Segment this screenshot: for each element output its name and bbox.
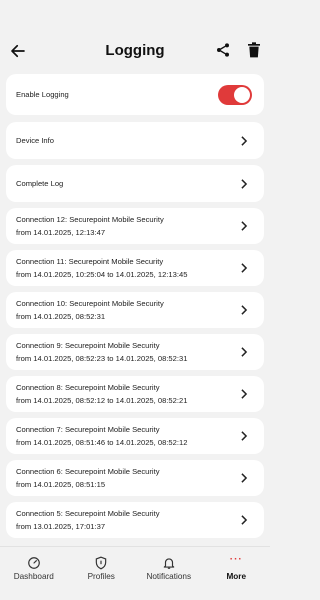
enable-logging-label: Enable Logging: [16, 90, 69, 99]
connection-row[interactable]: Connection 10: Securepoint Mobile Securi…: [6, 292, 264, 328]
connection-title: Connection 9: Securepoint Mobile Securit…: [16, 341, 160, 350]
app-header: Logging: [0, 0, 270, 70]
gauge-icon: [27, 557, 40, 569]
connection-range: from 14.01.2025, 08:52:31: [16, 312, 106, 321]
connection-text: Connection 6: Securepoint Mobile Securit…: [16, 465, 240, 491]
complete-log-label: Complete Log: [16, 179, 64, 188]
connection-range: from 14.01.2025, 08:51:46 to 14.01.2025,…: [16, 438, 188, 447]
enable-logging-row: Enable Logging: [6, 74, 264, 115]
connection-list: Connection 12: Securepoint Mobile Securi…: [6, 208, 264, 538]
connection-text: Connection 9: Securepoint Mobile Securit…: [16, 339, 240, 365]
connection-row[interactable]: Connection 12: Securepoint Mobile Securi…: [6, 208, 264, 244]
tab-label: Profiles: [87, 572, 115, 581]
connection-range: from 14.01.2025, 12:13:47: [16, 228, 106, 237]
chevron-right-icon: [241, 515, 248, 525]
tab-dashboard[interactable]: Dashboard: [0, 547, 68, 600]
chevron-right-icon: [241, 431, 248, 441]
chevron-right-icon: [241, 389, 248, 399]
connection-text: Connection 10: Securepoint Mobile Securi…: [16, 297, 240, 323]
connection-title: Connection 6: Securepoint Mobile Securit…: [16, 467, 160, 476]
connection-text: Connection 12: Securepoint Mobile Securi…: [16, 213, 240, 239]
connection-text: Connection 11: Securepoint Mobile Securi…: [16, 255, 240, 281]
enable-logging-toggle[interactable]: [218, 84, 252, 105]
device-info-label: Device Info: [16, 136, 54, 145]
bottom-tab-bar: Dashboard Profiles Notifications ··· Mor…: [0, 546, 270, 600]
chevron-right-icon: [241, 263, 248, 273]
tab-more[interactable]: ··· More: [203, 547, 271, 600]
connection-range: from 14.01.2025, 08:52:23 to 14.01.2025,…: [16, 354, 188, 363]
connection-text: Connection 8: Securepoint Mobile Securit…: [16, 381, 240, 407]
connection-range: from 14.01.2025, 08:52:12 to 14.01.2025,…: [16, 396, 188, 405]
tab-profiles[interactable]: Profiles: [68, 547, 136, 600]
connection-row[interactable]: Connection 8: Securepoint Mobile Securit…: [6, 376, 264, 412]
connection-text: Connection 5: Securepoint Mobile Securit…: [16, 507, 240, 533]
shield-icon: [96, 556, 107, 570]
logging-list: Enable Logging Device Info Complete Log …: [6, 74, 264, 544]
chevron-right-icon: [241, 221, 248, 231]
connection-range: from 14.01.2025, 08:51:15: [16, 480, 106, 489]
connection-row[interactable]: Connection 7: Securepoint Mobile Securit…: [6, 418, 264, 454]
tab-notifications[interactable]: Notifications: [135, 547, 203, 600]
connection-title: Connection 7: Securepoint Mobile Securit…: [16, 425, 160, 434]
tab-label: Notifications: [146, 572, 192, 581]
chevron-right-icon: [241, 135, 248, 146]
chevron-right-icon: [241, 347, 248, 357]
connection-title: Connection 10: Securepoint Mobile Securi…: [16, 299, 164, 308]
connection-row[interactable]: Connection 11: Securepoint Mobile Securi…: [6, 250, 264, 286]
connection-title: Connection 11: Securepoint Mobile Securi…: [16, 257, 164, 266]
connection-row[interactable]: Connection 5: Securepoint Mobile Securit…: [6, 502, 264, 538]
connection-row[interactable]: Connection 9: Securepoint Mobile Securit…: [6, 334, 264, 370]
share-icon[interactable]: [215, 42, 231, 58]
connection-title: Connection 8: Securepoint Mobile Securit…: [16, 383, 160, 392]
trash-icon[interactable]: [247, 42, 261, 58]
toggle-knob: [234, 86, 250, 103]
chevron-right-icon: [241, 473, 248, 483]
connection-range: from 13.01.2025, 17:01:37: [16, 522, 106, 531]
connection-row[interactable]: Connection 6: Securepoint Mobile Securit…: [6, 460, 264, 496]
bell-icon: [163, 558, 174, 569]
device-info-row[interactable]: Device Info: [6, 122, 264, 159]
connection-title: Connection 12: Securepoint Mobile Securi…: [16, 215, 164, 224]
connection-title: Connection 5: Securepoint Mobile Securit…: [16, 509, 160, 518]
more-dots-icon: ···: [229, 554, 243, 565]
connection-text: Connection 7: Securepoint Mobile Securit…: [16, 423, 240, 449]
chevron-right-icon: [241, 178, 248, 189]
connection-range: from 14.01.2025, 10:25:04 to 14.01.2025,…: [16, 270, 188, 279]
tab-label: More: [226, 572, 247, 581]
tab-label: Dashboard: [13, 572, 54, 581]
chevron-right-icon: [241, 305, 248, 315]
complete-log-row[interactable]: Complete Log: [6, 165, 264, 202]
